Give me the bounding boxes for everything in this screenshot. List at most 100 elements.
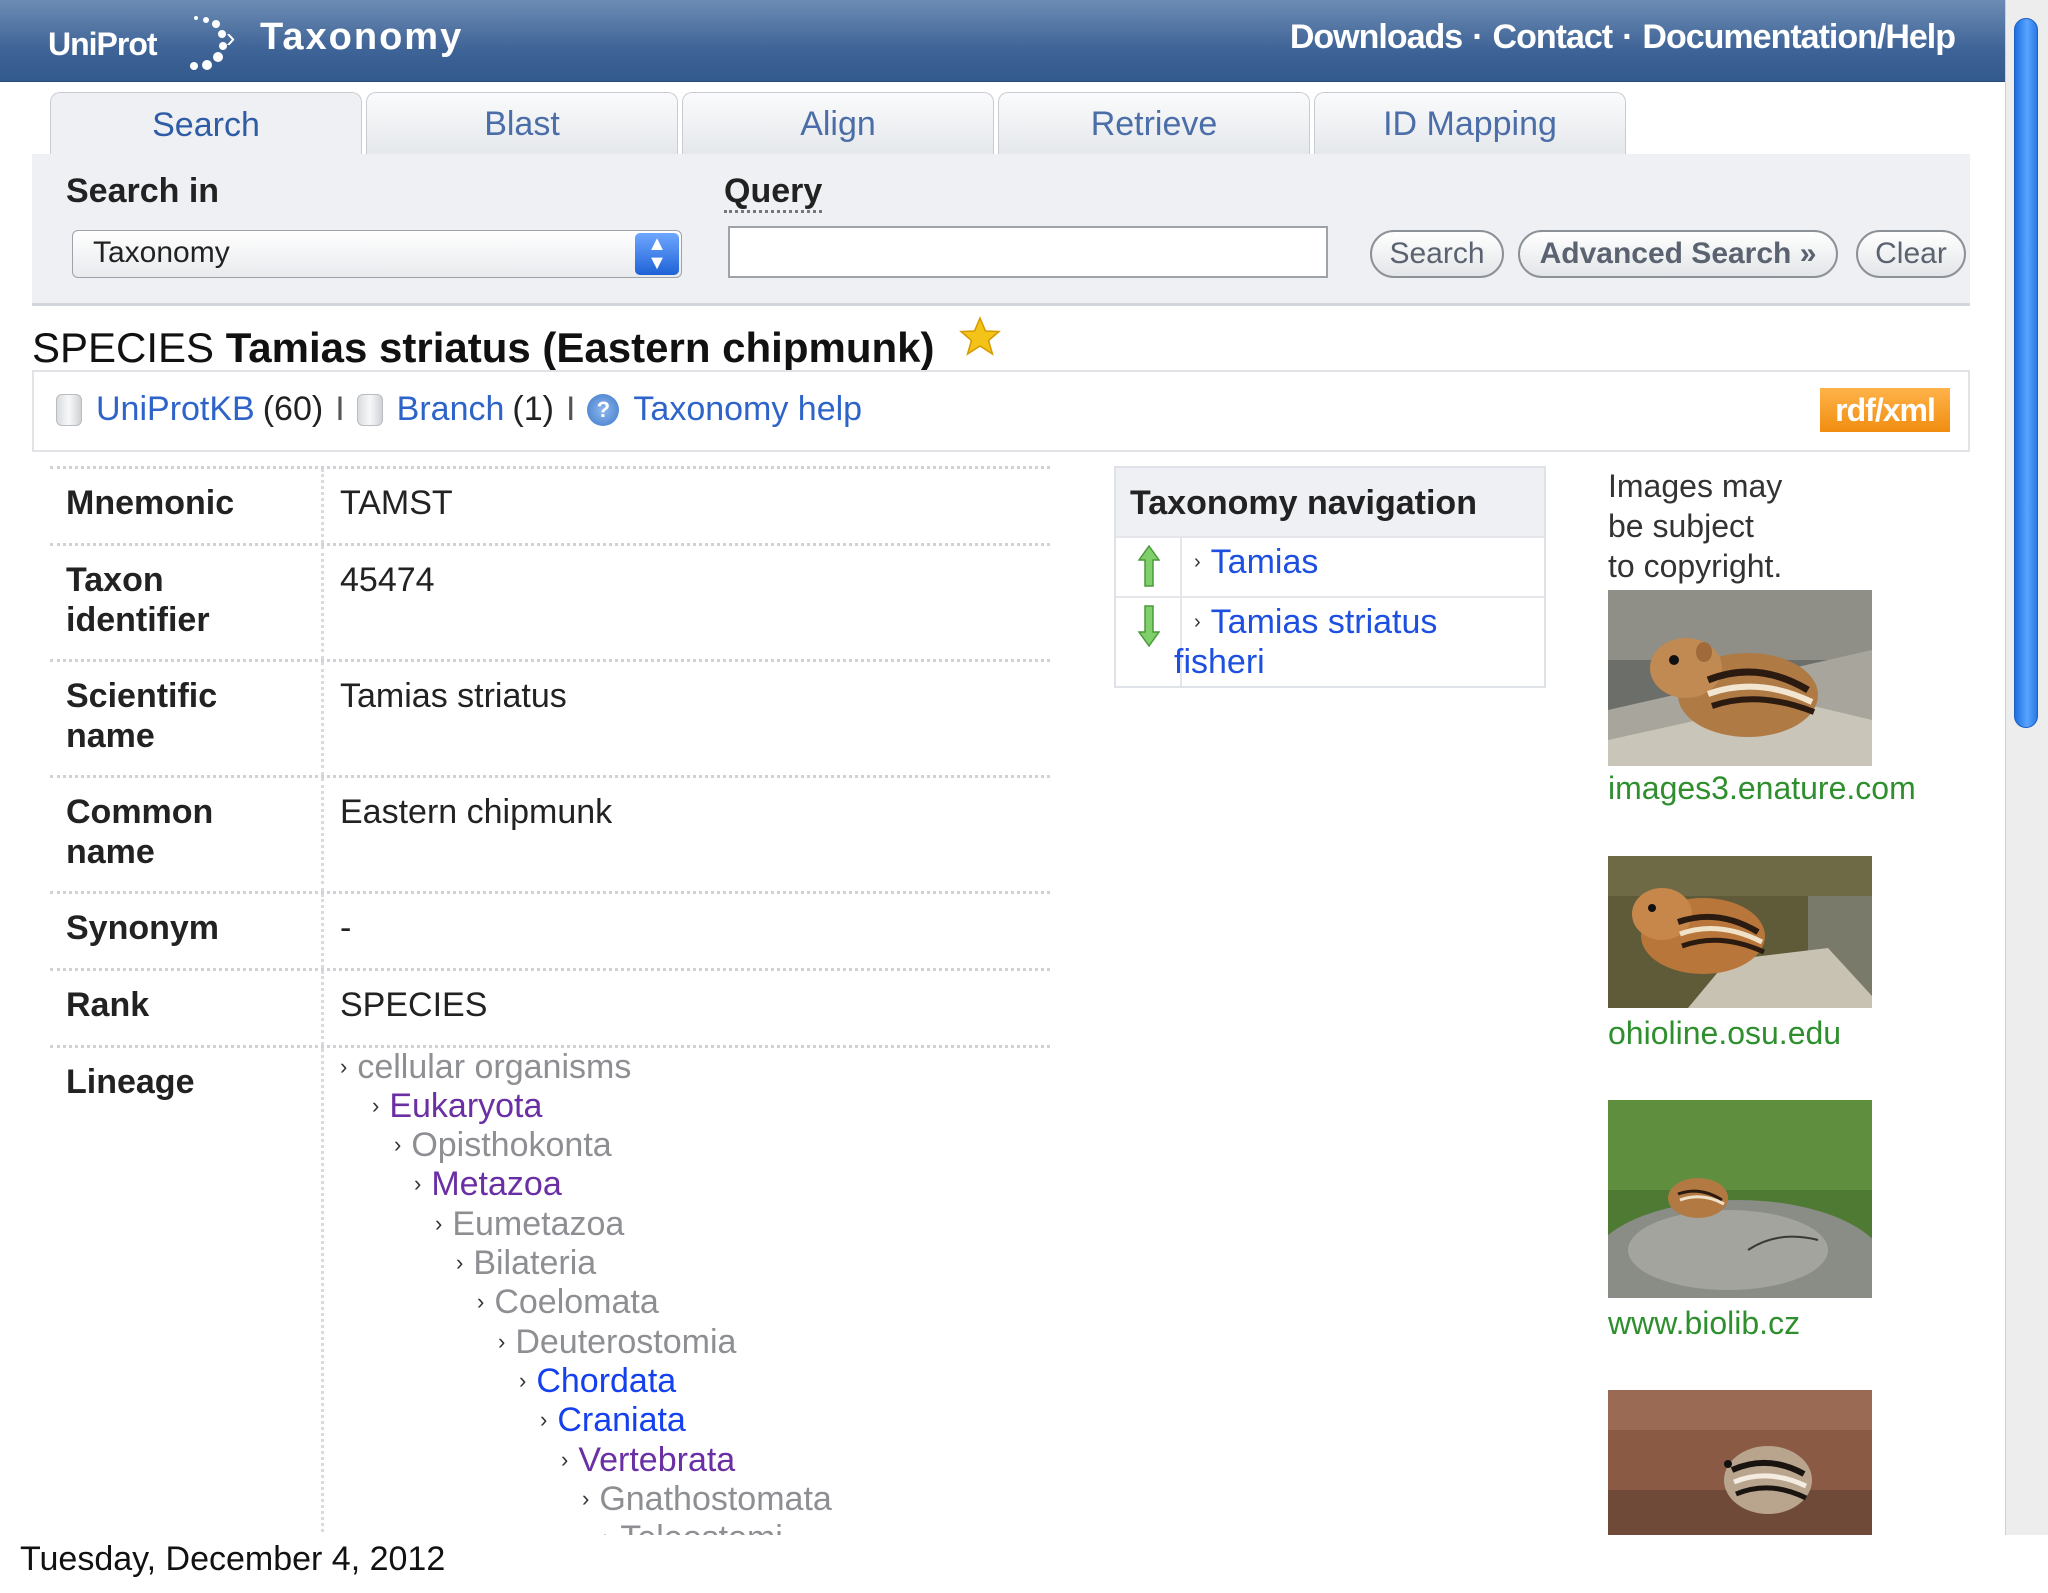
bullet-arrow-icon: › xyxy=(435,1211,443,1236)
search-button[interactable]: Search xyxy=(1370,230,1504,278)
bullet-arrow-icon: › xyxy=(372,1093,380,1118)
footer-date: Tuesday, December 4, 2012 xyxy=(20,1540,446,1578)
synonym-value: - xyxy=(340,909,352,947)
chipmunk-photo-2[interactable] xyxy=(1608,856,1872,1008)
browser-content: UniProt › Taxonomy Downloads · Contact · Doc… xyxy=(0,0,2048,1535)
table-row: Mnemonic TAMST xyxy=(50,466,1050,543)
scientific-name-value: Tamias striatus xyxy=(340,677,567,715)
site-header: UniProt › Taxonomy Downloads · Contact · Doc… xyxy=(0,0,2005,82)
note-line: Images may xyxy=(1608,468,1783,504)
nav-parent-link[interactable]: › Tamias xyxy=(1194,542,1318,582)
common-name-label: Common name xyxy=(50,778,324,891)
lineage-item[interactable]: › Metazoa xyxy=(414,1165,562,1203)
lineage-item[interactable]: › Bilateria xyxy=(456,1244,596,1282)
query-label: Query xyxy=(724,172,823,213)
entry-toolbar: UniProtKB (60) I Branch (1) I ? Taxonomy… xyxy=(32,370,1970,452)
section-title[interactable]: Taxonomy xyxy=(260,16,463,59)
taxon-identifier-value: 45474 xyxy=(340,561,435,599)
tab-align[interactable]: Align xyxy=(682,92,994,156)
nav-child-row: › Tamias striatus fisheri xyxy=(1116,596,1544,686)
image-caption-link[interactable]: www.biolib.cz xyxy=(1608,1305,1800,1342)
tab-retrieve[interactable]: Retrieve xyxy=(998,92,1310,156)
lineage-item[interactable]: › Gnathostomata xyxy=(582,1480,832,1518)
bullet-arrow-icon: › xyxy=(1194,551,1201,573)
query-input[interactable] xyxy=(728,226,1328,278)
lineage-item[interactable]: › Eumetazoa xyxy=(435,1205,624,1243)
taxonomy-help-link[interactable]: Taxonomy help xyxy=(633,390,862,429)
label-line: Taxon xyxy=(66,561,164,599)
rank-value: SPECIES xyxy=(340,986,488,1024)
mnemonic-value: TAMST xyxy=(340,484,453,522)
nav-icon-cell xyxy=(1116,598,1182,686)
top-nav-links: Downloads · Contact · Documentation/Help xyxy=(1290,18,1956,57)
rank-label: Rank xyxy=(50,971,324,1045)
synonym-label: Synonym xyxy=(50,894,324,968)
bullet-arrow-icon: › xyxy=(1194,611,1201,633)
lineage-item-label: Metazoa xyxy=(431,1165,562,1203)
toolbar-separator: I xyxy=(335,390,345,428)
lineage-item[interactable]: › Vertebrata xyxy=(561,1441,735,1479)
label-line: Scientific xyxy=(66,677,218,715)
bullet-arrow-icon: › xyxy=(519,1368,527,1393)
lineage-item-label: Gnathostomata xyxy=(599,1480,832,1518)
bullet-arrow-icon: › xyxy=(340,1054,348,1079)
taxon-identifier-label: Taxon identifier xyxy=(50,546,324,659)
nav-child-line: fisheri xyxy=(1174,643,1265,681)
help-icon[interactable]: ? xyxy=(587,393,620,426)
breadcrumb-separator: › xyxy=(226,22,236,53)
lineage-item[interactable]: › Opisthokonta xyxy=(394,1126,612,1164)
vertical-scrollbar[interactable] xyxy=(2005,0,2048,1535)
image-caption-link[interactable]: images3.enature.com xyxy=(1608,770,1916,807)
table-row: Scientific name Tamias striatus xyxy=(50,659,1050,775)
nav-child-link[interactable]: › Tamias striatus fisheri xyxy=(1174,602,1437,682)
star-icon[interactable] xyxy=(958,316,1002,358)
branch-link[interactable]: Branch xyxy=(397,390,505,429)
clear-button[interactable]: Clear xyxy=(1856,230,1966,278)
lineage-item-label: Eumetazoa xyxy=(452,1205,625,1243)
downloads-link[interactable]: Downloads xyxy=(1290,18,1463,56)
image-caption-link[interactable]: ohioline.osu.edu xyxy=(1608,1015,1841,1052)
tool-tabs: Search Blast Align Retrieve ID Mapping xyxy=(50,92,1630,158)
select-arrows-icon: ▲ ▼ xyxy=(635,233,679,275)
chipmunk-photo-3[interactable] xyxy=(1608,1100,1872,1298)
uniprot-logo[interactable]: UniProt xyxy=(48,10,227,74)
lineage-item[interactable]: › Chordata xyxy=(519,1362,676,1400)
label-line: identifier xyxy=(66,601,210,639)
page-title: SPECIES Tamias striatus (Eastern chipmun… xyxy=(32,316,1002,372)
chipmunk-photo-1[interactable] xyxy=(1608,590,1872,766)
lineage-item-label: Bilateria xyxy=(473,1244,597,1282)
rdf-xml-button[interactable]: rdf/xml xyxy=(1820,388,1950,432)
contact-link[interactable]: Contact xyxy=(1493,18,1614,56)
lineage-item[interactable]: › Coelomata xyxy=(477,1283,659,1321)
database-icon xyxy=(356,393,383,426)
uniprotkb-count: (60) xyxy=(262,390,324,428)
lineage-item[interactable]: › cellular organisms xyxy=(340,1048,631,1086)
chipmunk-photo-4[interactable] xyxy=(1608,1390,1872,1535)
table-row: Taxon identifier 45474 xyxy=(50,543,1050,659)
tab-search[interactable]: Search xyxy=(50,92,362,158)
tab-blast[interactable]: Blast xyxy=(366,92,678,156)
nav-parent-row: › Tamias xyxy=(1116,536,1544,596)
scrollbar-thumb[interactable] xyxy=(2014,18,2038,728)
lineage-item[interactable]: › Teleostomi xyxy=(603,1519,783,1535)
lineage-item-label: cellular organisms xyxy=(357,1048,632,1086)
tab-id-mapping[interactable]: ID Mapping xyxy=(1314,92,1626,156)
taxonomy-navigation-title: Taxonomy navigation xyxy=(1116,468,1544,536)
lineage-item[interactable]: › Deuterostomia xyxy=(498,1323,736,1361)
lineage-item-label: Coelomata xyxy=(494,1283,659,1321)
branch-count: (1) xyxy=(512,390,554,428)
bullet-arrow-icon: › xyxy=(561,1447,569,1472)
search-in-select[interactable]: Taxonomy ▲ ▼ xyxy=(72,230,682,278)
bullet-arrow-icon: › xyxy=(582,1486,590,1511)
advanced-search-button[interactable]: Advanced Search » xyxy=(1518,230,1838,278)
documentation-help-link[interactable]: Documentation/Help xyxy=(1642,18,1956,56)
title-rank: SPECIES xyxy=(32,324,215,371)
search-panel: Search in Query Taxonomy ▲ ▼ Search Advan… xyxy=(32,154,1970,306)
lineage-item[interactable]: › Craniata xyxy=(540,1401,686,1439)
bullet-arrow-icon: › xyxy=(498,1329,506,1354)
table-row: Synonym - xyxy=(50,891,1050,968)
uniprotkb-link[interactable]: UniProtKB xyxy=(96,390,255,429)
mnemonic-label: Mnemonic xyxy=(50,469,324,543)
copyright-note: Images may be subject to copyright. xyxy=(1608,466,1908,586)
lineage-item[interactable]: › Eukaryota xyxy=(372,1087,542,1125)
